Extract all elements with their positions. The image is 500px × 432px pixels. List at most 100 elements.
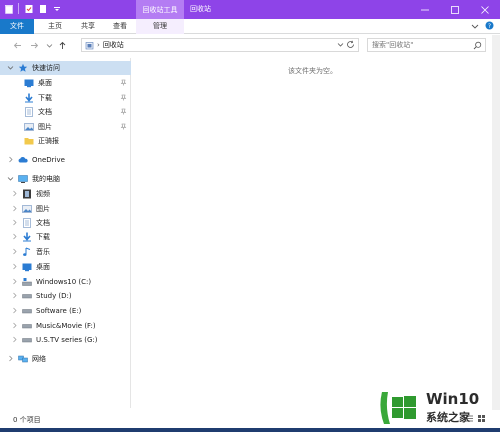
empty-folder-message: 该文件夹为空。 — [288, 67, 337, 75]
nav-drive-g[interactable]: U.S.TV series (G:) — [0, 333, 131, 347]
nav-label: Windows10 (C:) — [36, 278, 92, 286]
chevron-right-icon[interactable] — [10, 263, 18, 272]
tab-share[interactable]: 共享 — [73, 19, 103, 34]
forward-button[interactable] — [29, 39, 40, 51]
customize-toolbar-icon[interactable] — [51, 3, 62, 14]
pin-icon[interactable] — [120, 123, 127, 132]
tab-home[interactable]: 主页 — [40, 19, 70, 34]
breadcrumb-separator[interactable]: › — [97, 41, 100, 49]
pin-icon[interactable] — [120, 108, 127, 117]
minimize-button[interactable] — [410, 0, 440, 19]
maximize-button[interactable] — [440, 0, 470, 19]
window-title: 回收站 — [190, 5, 211, 13]
chevron-right-icon[interactable] — [10, 190, 18, 199]
nav-pc-pictures[interactable]: 图片 — [0, 202, 131, 216]
search-icon[interactable] — [473, 41, 482, 52]
recent-locations-dropdown[interactable] — [44, 39, 55, 51]
onedrive-cloud-icon — [18, 155, 28, 165]
drive-icon — [22, 291, 32, 301]
nav-label: 视频 — [36, 190, 50, 198]
tab-view[interactable]: 查看 — [105, 19, 135, 34]
breadcrumb-recycle-bin[interactable]: 回收站 — [103, 40, 124, 50]
address-history-dropdown[interactable] — [337, 41, 344, 50]
nav-label: 音乐 — [36, 248, 50, 256]
close-button[interactable] — [470, 0, 500, 19]
title-bar: 回收站工具 回收站 — [0, 0, 500, 19]
nav-pc-downloads[interactable]: 下载 — [0, 230, 131, 244]
file-list-area[interactable]: 该文件夹为空。 — [132, 58, 492, 408]
properties-icon[interactable] — [23, 3, 34, 14]
nav-drive-f[interactable]: Music&Movie (F:) — [0, 319, 131, 333]
drive-icon — [22, 306, 32, 316]
nav-label: 文档 — [36, 219, 50, 227]
nav-onedrive[interactable]: OneDrive — [0, 153, 131, 167]
navigation-bar: › 回收站 — [0, 35, 500, 55]
video-icon — [22, 189, 32, 199]
nav-network[interactable]: 网络 — [0, 352, 131, 366]
tab-file[interactable]: 文件 — [0, 19, 34, 34]
tab-manage[interactable]: 管理 — [136, 19, 184, 34]
help-icon[interactable]: ? — [485, 21, 494, 32]
nav-quick-pictures[interactable]: 图片 — [0, 120, 131, 134]
chevron-right-icon[interactable] — [10, 219, 18, 228]
chevron-down-icon[interactable] — [6, 64, 14, 73]
nav-this-pc[interactable]: 我的电脑 — [0, 172, 131, 186]
up-button[interactable] — [57, 39, 68, 51]
item-count: 0 个项目 — [13, 416, 41, 424]
nav-drive-c[interactable]: Windows10 (C:) — [0, 275, 131, 289]
chevron-right-icon[interactable] — [10, 248, 18, 257]
document-icon — [22, 218, 32, 228]
desktop-icon — [22, 262, 32, 272]
chevron-right-icon[interactable] — [10, 336, 18, 345]
nav-drive-e[interactable]: Software (E:) — [0, 304, 131, 318]
nav-quick-access[interactable]: 快速访问 — [0, 61, 131, 75]
nav-drive-d[interactable]: Study (D:) — [0, 289, 131, 303]
nav-label: 网络 — [32, 355, 46, 363]
chevron-right-icon[interactable] — [10, 322, 18, 331]
nav-label: U.S.TV series (G:) — [36, 336, 98, 344]
pin-icon[interactable] — [120, 94, 127, 103]
nav-label: 快速访问 — [32, 64, 60, 72]
refresh-icon[interactable] — [346, 40, 355, 51]
nav-label: 桌面 — [36, 263, 50, 271]
search-box[interactable] — [367, 38, 486, 52]
navigation-pane[interactable]: 快速访问 桌面 下载 文档 图片 正骑报 OneDrive 我的电脑 视频 图片… — [0, 58, 131, 408]
vertical-scrollbar[interactable] — [492, 35, 500, 410]
picture-icon — [22, 204, 32, 214]
nav-label: 我的电脑 — [32, 175, 60, 183]
pin-icon[interactable] — [120, 79, 127, 88]
chevron-right-icon[interactable] — [10, 278, 18, 287]
nav-quick-downloads[interactable]: 下载 — [0, 91, 131, 105]
quick-access-toolbar — [3, 3, 62, 14]
search-input[interactable] — [368, 39, 468, 51]
chevron-right-icon[interactable] — [6, 156, 14, 165]
nav-quick-desktop[interactable]: 桌面 — [0, 76, 131, 90]
nav-pc-music[interactable]: 音乐 — [0, 245, 131, 259]
chevron-right-icon[interactable] — [10, 233, 18, 242]
chevron-right-icon[interactable] — [10, 205, 18, 214]
chevron-right-icon[interactable] — [10, 307, 18, 316]
nav-label: 下载 — [36, 233, 50, 241]
recycle-bin-app-icon — [3, 3, 14, 14]
document-icon — [24, 107, 34, 117]
nav-pc-documents[interactable]: 文档 — [0, 216, 131, 230]
windows-logo-icon — [376, 388, 420, 428]
watermark-tagline: 系统之家 — [426, 411, 470, 424]
new-folder-icon[interactable] — [37, 3, 48, 14]
nav-pc-videos[interactable]: 视频 — [0, 187, 131, 201]
nav-label: Music&Movie (F:) — [36, 322, 96, 330]
back-button[interactable] — [12, 39, 23, 51]
nav-quick-folder[interactable]: 正骑报 — [0, 134, 131, 148]
drive-icon — [22, 321, 32, 331]
chevron-right-icon[interactable] — [10, 292, 18, 301]
watermark-brand: Win10 — [426, 390, 480, 408]
nav-label: 图片 — [38, 123, 52, 131]
chevron-right-icon[interactable] — [6, 355, 14, 364]
ribbon-right-controls: ? — [471, 21, 494, 32]
recycle-bin-location-icon — [85, 41, 94, 50]
nav-quick-documents[interactable]: 文档 — [0, 105, 131, 119]
nav-pc-desktop[interactable]: 桌面 — [0, 260, 131, 274]
address-bar[interactable]: › 回收站 — [81, 38, 359, 52]
chevron-down-icon[interactable] — [6, 175, 14, 184]
expand-ribbon-icon[interactable] — [471, 22, 479, 32]
